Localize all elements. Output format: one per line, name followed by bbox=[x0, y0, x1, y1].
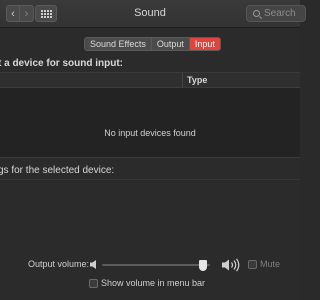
column-header-type[interactable]: Type bbox=[187, 75, 207, 85]
show-volume-checkbox[interactable] bbox=[89, 279, 98, 288]
mute-label: Mute bbox=[260, 259, 281, 269]
input-device-table[interactable]: Type No input devices found bbox=[0, 72, 300, 158]
column-divider bbox=[182, 73, 183, 87]
device-settings-heading: gs for the selected device: bbox=[0, 165, 115, 176]
slider-thumb[interactable] bbox=[199, 260, 207, 271]
input-device-heading: t a device for sound input: bbox=[0, 58, 124, 69]
output-volume-label: Output volume: bbox=[28, 259, 90, 269]
title-bar: ‹ › Sound bbox=[0, 0, 306, 28]
menu-bar-row: Show volume in menu bar bbox=[0, 277, 300, 291]
search-icon bbox=[253, 10, 260, 17]
tab-output[interactable]: Output bbox=[150, 38, 189, 50]
search-input[interactable] bbox=[264, 8, 304, 19]
tab-bar: Sound Effects Output Input bbox=[84, 37, 221, 51]
tab-sound-effects[interactable]: Sound Effects bbox=[85, 38, 151, 50]
empty-state-message: No input devices found bbox=[104, 128, 196, 138]
speaker-low-icon bbox=[90, 260, 96, 269]
table-header: Type bbox=[0, 73, 300, 88]
speaker-high-icon bbox=[222, 258, 240, 272]
output-volume-slider[interactable] bbox=[102, 260, 210, 271]
sound-pane: Sound Effects Output Input t a device fo… bbox=[0, 28, 300, 300]
search-field[interactable] bbox=[246, 5, 306, 22]
device-settings-area bbox=[0, 179, 300, 252]
tab-input[interactable]: Input bbox=[188, 38, 220, 50]
show-volume-label: Show volume in menu bar bbox=[101, 278, 206, 288]
output-volume-row: Output volume: Mute bbox=[0, 258, 300, 272]
mute-checkbox[interactable] bbox=[248, 260, 257, 269]
